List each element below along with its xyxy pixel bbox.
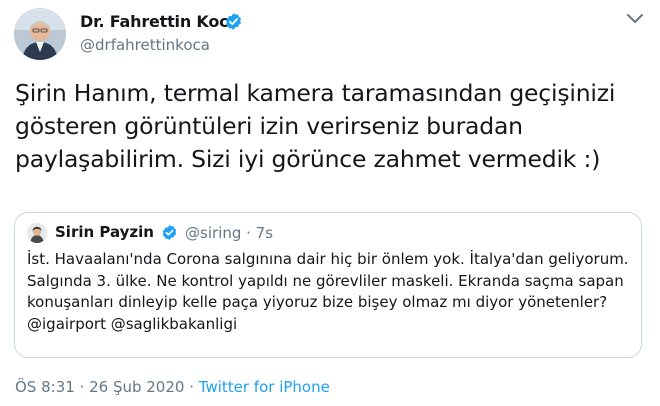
verified-badge-icon (162, 225, 177, 240)
quoted-author-avatar (27, 223, 47, 243)
quoted-author-name: Sirin Payzin (55, 223, 154, 241)
tweet-source-link[interactable]: Twitter for iPhone (199, 378, 330, 396)
author-avatar[interactable] (14, 8, 66, 60)
author-handle[interactable]: @drfahrettinkoca (80, 36, 210, 54)
quoted-handle-time: @siring · 7s (185, 224, 274, 242)
quoted-tweet-card[interactable]: Sirin Payzin @siring · 7s İst. Havaalanı… (14, 212, 642, 358)
quoted-tweet-text: İst. Havaalanı'nda Corona salgınına dair… (27, 250, 629, 333)
meta-separator: · (184, 378, 199, 396)
author-name[interactable]: Dr. Fahrettin Koca (80, 12, 239, 31)
author-avatar-image (14, 8, 66, 60)
tweet-time[interactable]: ÖS 8:31 (15, 378, 75, 396)
meta-separator: · (74, 378, 90, 396)
quoted-avatar-image (27, 223, 47, 243)
verified-badge-icon (225, 13, 242, 30)
tweet-text: Şirin Hanım, termal kamera taramasından … (15, 79, 616, 173)
chevron-down-icon[interactable] (626, 12, 644, 26)
tweet-date[interactable]: 26 Şub 2020 (89, 378, 184, 396)
tweet-metadata: ÖS 8:31 · 26 Şub 2020 · Twitter for iPho… (15, 378, 330, 396)
